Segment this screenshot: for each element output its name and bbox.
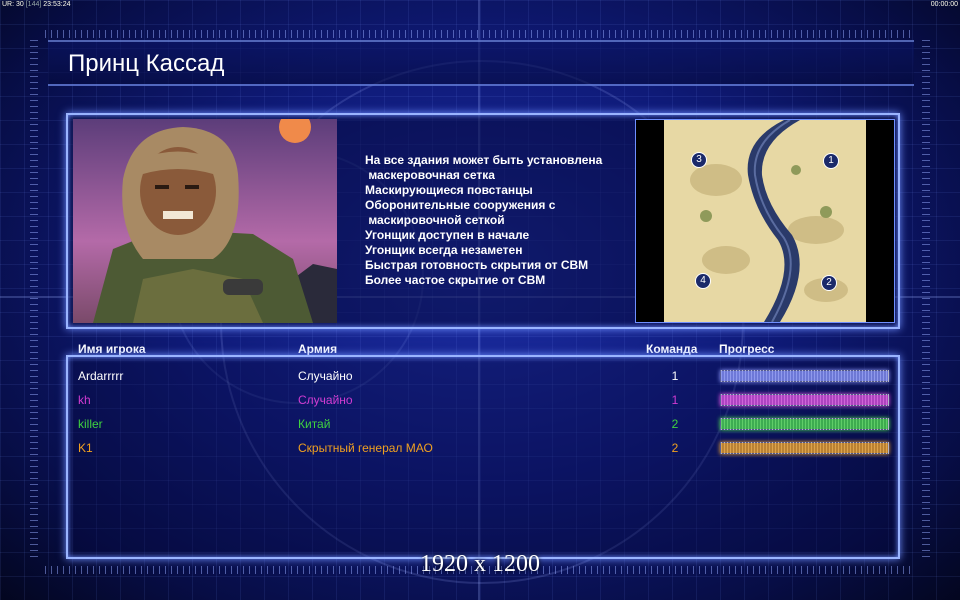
map-marker-icon: 3 bbox=[691, 152, 707, 168]
resolution-label: 1920 x 1200 bbox=[420, 551, 540, 577]
feature-item: Угонщик всегда незаметен bbox=[365, 243, 523, 257]
hud-bar: UR: 30 [144] 23:53:24 00:00:00 bbox=[0, 0, 960, 10]
feature-item: Угонщик доступен в начале bbox=[365, 228, 530, 242]
feature-item: маскировочной сеткой bbox=[365, 213, 505, 227]
player-name: kh bbox=[78, 393, 91, 407]
player-name: killer bbox=[78, 417, 103, 431]
ruler-left bbox=[30, 40, 38, 560]
map-marker-icon: 2 bbox=[821, 275, 837, 291]
player-progress-bar bbox=[720, 394, 889, 406]
player-progress-fill bbox=[721, 371, 888, 381]
general-title: Принц Кассад bbox=[68, 50, 225, 77]
player-row: Ardarrrrr Случайно 1 bbox=[78, 366, 898, 388]
player-name: Ardarrrrr bbox=[78, 369, 124, 383]
player-team: 2 bbox=[671, 417, 679, 431]
feature-item: На все здания может быть установлена bbox=[365, 153, 603, 167]
player-progress-fill bbox=[721, 395, 888, 405]
column-header-army: Армия bbox=[298, 342, 338, 356]
ruler-right bbox=[922, 40, 930, 560]
feature-item: Более частое скрытие от СВМ bbox=[365, 273, 546, 287]
portrait-image bbox=[73, 119, 337, 323]
player-team: 1 bbox=[671, 393, 679, 407]
player-army: Китай bbox=[298, 417, 331, 431]
feature-item: Маскирующиеся повстанцы bbox=[365, 183, 533, 197]
player-progress-fill bbox=[721, 419, 888, 429]
player-progress-fill bbox=[721, 443, 888, 453]
ruler-top bbox=[45, 30, 915, 38]
player-progress-bar bbox=[720, 370, 889, 382]
title-bar: Принц Кассад bbox=[48, 40, 914, 86]
hud-clock: 00:00:00 bbox=[930, 1, 958, 8]
player-row: killer Китай 2 bbox=[78, 414, 898, 436]
player-name: K1 bbox=[78, 441, 93, 455]
player-team: 1 bbox=[671, 369, 679, 383]
player-army: Скрытный генерал МАО bbox=[298, 441, 433, 455]
general-portrait bbox=[73, 119, 337, 323]
player-progress-bar bbox=[720, 418, 889, 430]
player-progress-bar bbox=[720, 442, 889, 454]
general-info-panel: На все здания может быть установлена мас… bbox=[66, 113, 900, 329]
player-row: K1 Скрытный генерал МАО 2 bbox=[78, 438, 898, 460]
map-marker-icon: 1 bbox=[823, 153, 839, 169]
player-army: Случайно bbox=[298, 393, 353, 407]
column-header-progress: Прогресс bbox=[719, 342, 775, 356]
player-row: kh Случайно 1 bbox=[78, 390, 898, 412]
player-army: Случайно bbox=[298, 369, 353, 383]
feature-item: Оборонительные сооружения с bbox=[365, 198, 556, 212]
feature-item: маскеровочная сетка bbox=[365, 168, 495, 182]
player-team: 2 bbox=[671, 441, 679, 455]
map-preview: 3 1 4 2 bbox=[635, 119, 895, 323]
map-marker-icon: 4 bbox=[695, 273, 711, 289]
hud-left: UR: 30 [144] 23:53:24 bbox=[2, 1, 71, 8]
column-header-team: Команда bbox=[646, 342, 698, 356]
feature-item: Быстрая готовность скрытия от СВМ bbox=[365, 258, 589, 272]
map-image bbox=[636, 120, 894, 322]
feature-list: На все здания может быть установлена мас… bbox=[365, 153, 645, 288]
column-header-name: Имя игрока bbox=[78, 342, 146, 356]
